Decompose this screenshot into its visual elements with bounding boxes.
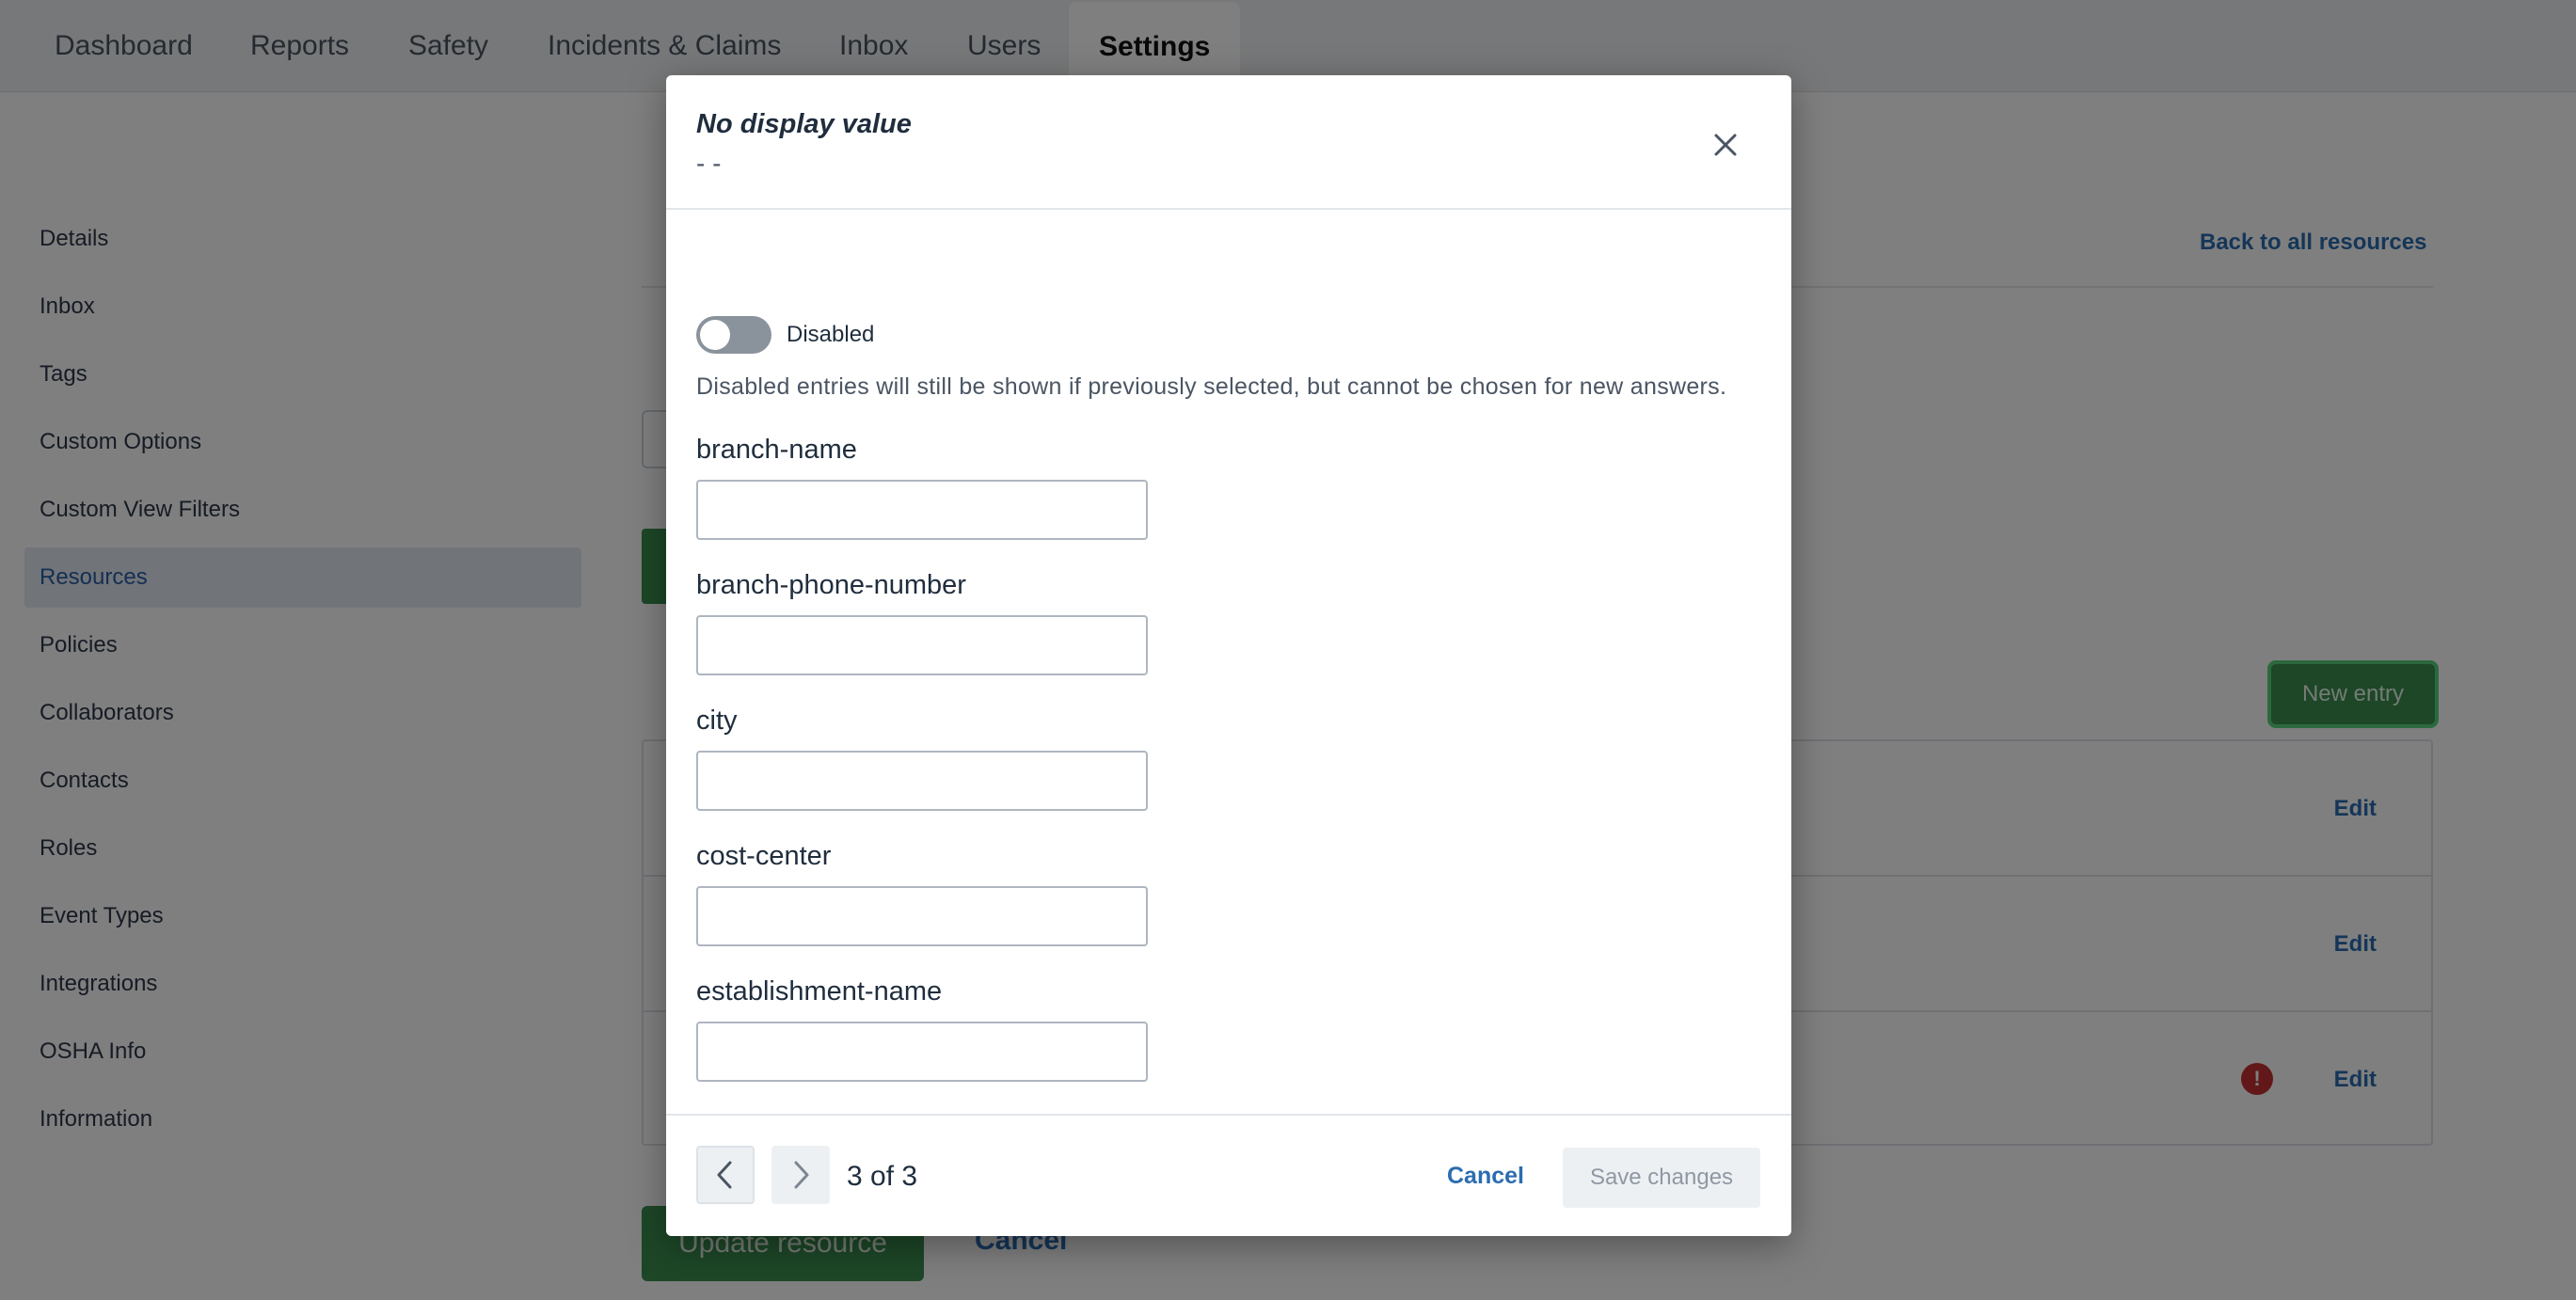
chevron-right-icon xyxy=(794,1161,809,1189)
field-label: branch-phone-number xyxy=(696,570,966,600)
modal-body: Disabled Disabled entries will still be … xyxy=(666,212,1791,1190)
previous-entry-button[interactable] xyxy=(696,1146,755,1204)
field-label: branch-name xyxy=(696,435,857,465)
chevron-left-icon xyxy=(717,1161,732,1189)
branch-phone-number-input[interactable] xyxy=(696,615,1148,675)
save-changes-button[interactable]: Save changes xyxy=(1563,1148,1760,1208)
next-entry-button[interactable] xyxy=(771,1146,830,1204)
branch-name-input[interactable] xyxy=(696,480,1148,540)
pagination-status: 3 of 3 xyxy=(847,1161,918,1192)
modal-subtitle: - - xyxy=(696,149,722,178)
cancel-button[interactable]: Cancel xyxy=(1447,1163,1524,1190)
modal-footer: 3 of 3 Cancel Save changes xyxy=(666,1114,1791,1236)
cost-center-input[interactable] xyxy=(696,886,1148,946)
modal-header: No display value - - xyxy=(666,75,1791,210)
edit-entry-modal: No display value - - Disabled Disabled e… xyxy=(666,75,1791,1236)
city-input[interactable] xyxy=(696,751,1148,811)
close-button[interactable] xyxy=(1705,124,1746,166)
disabled-help-text: Disabled entries will still be shown if … xyxy=(696,373,1727,400)
toggle-knob xyxy=(700,320,730,350)
disabled-toggle[interactable] xyxy=(696,316,771,354)
establishment-name-input[interactable] xyxy=(696,1022,1148,1082)
toggle-label: Disabled xyxy=(787,322,875,347)
field-label: establishment-name xyxy=(696,976,943,1007)
field-label: city xyxy=(696,705,738,736)
field-label: cost-center xyxy=(696,841,832,871)
close-icon xyxy=(1714,134,1737,156)
modal-title: No display value xyxy=(696,109,912,139)
